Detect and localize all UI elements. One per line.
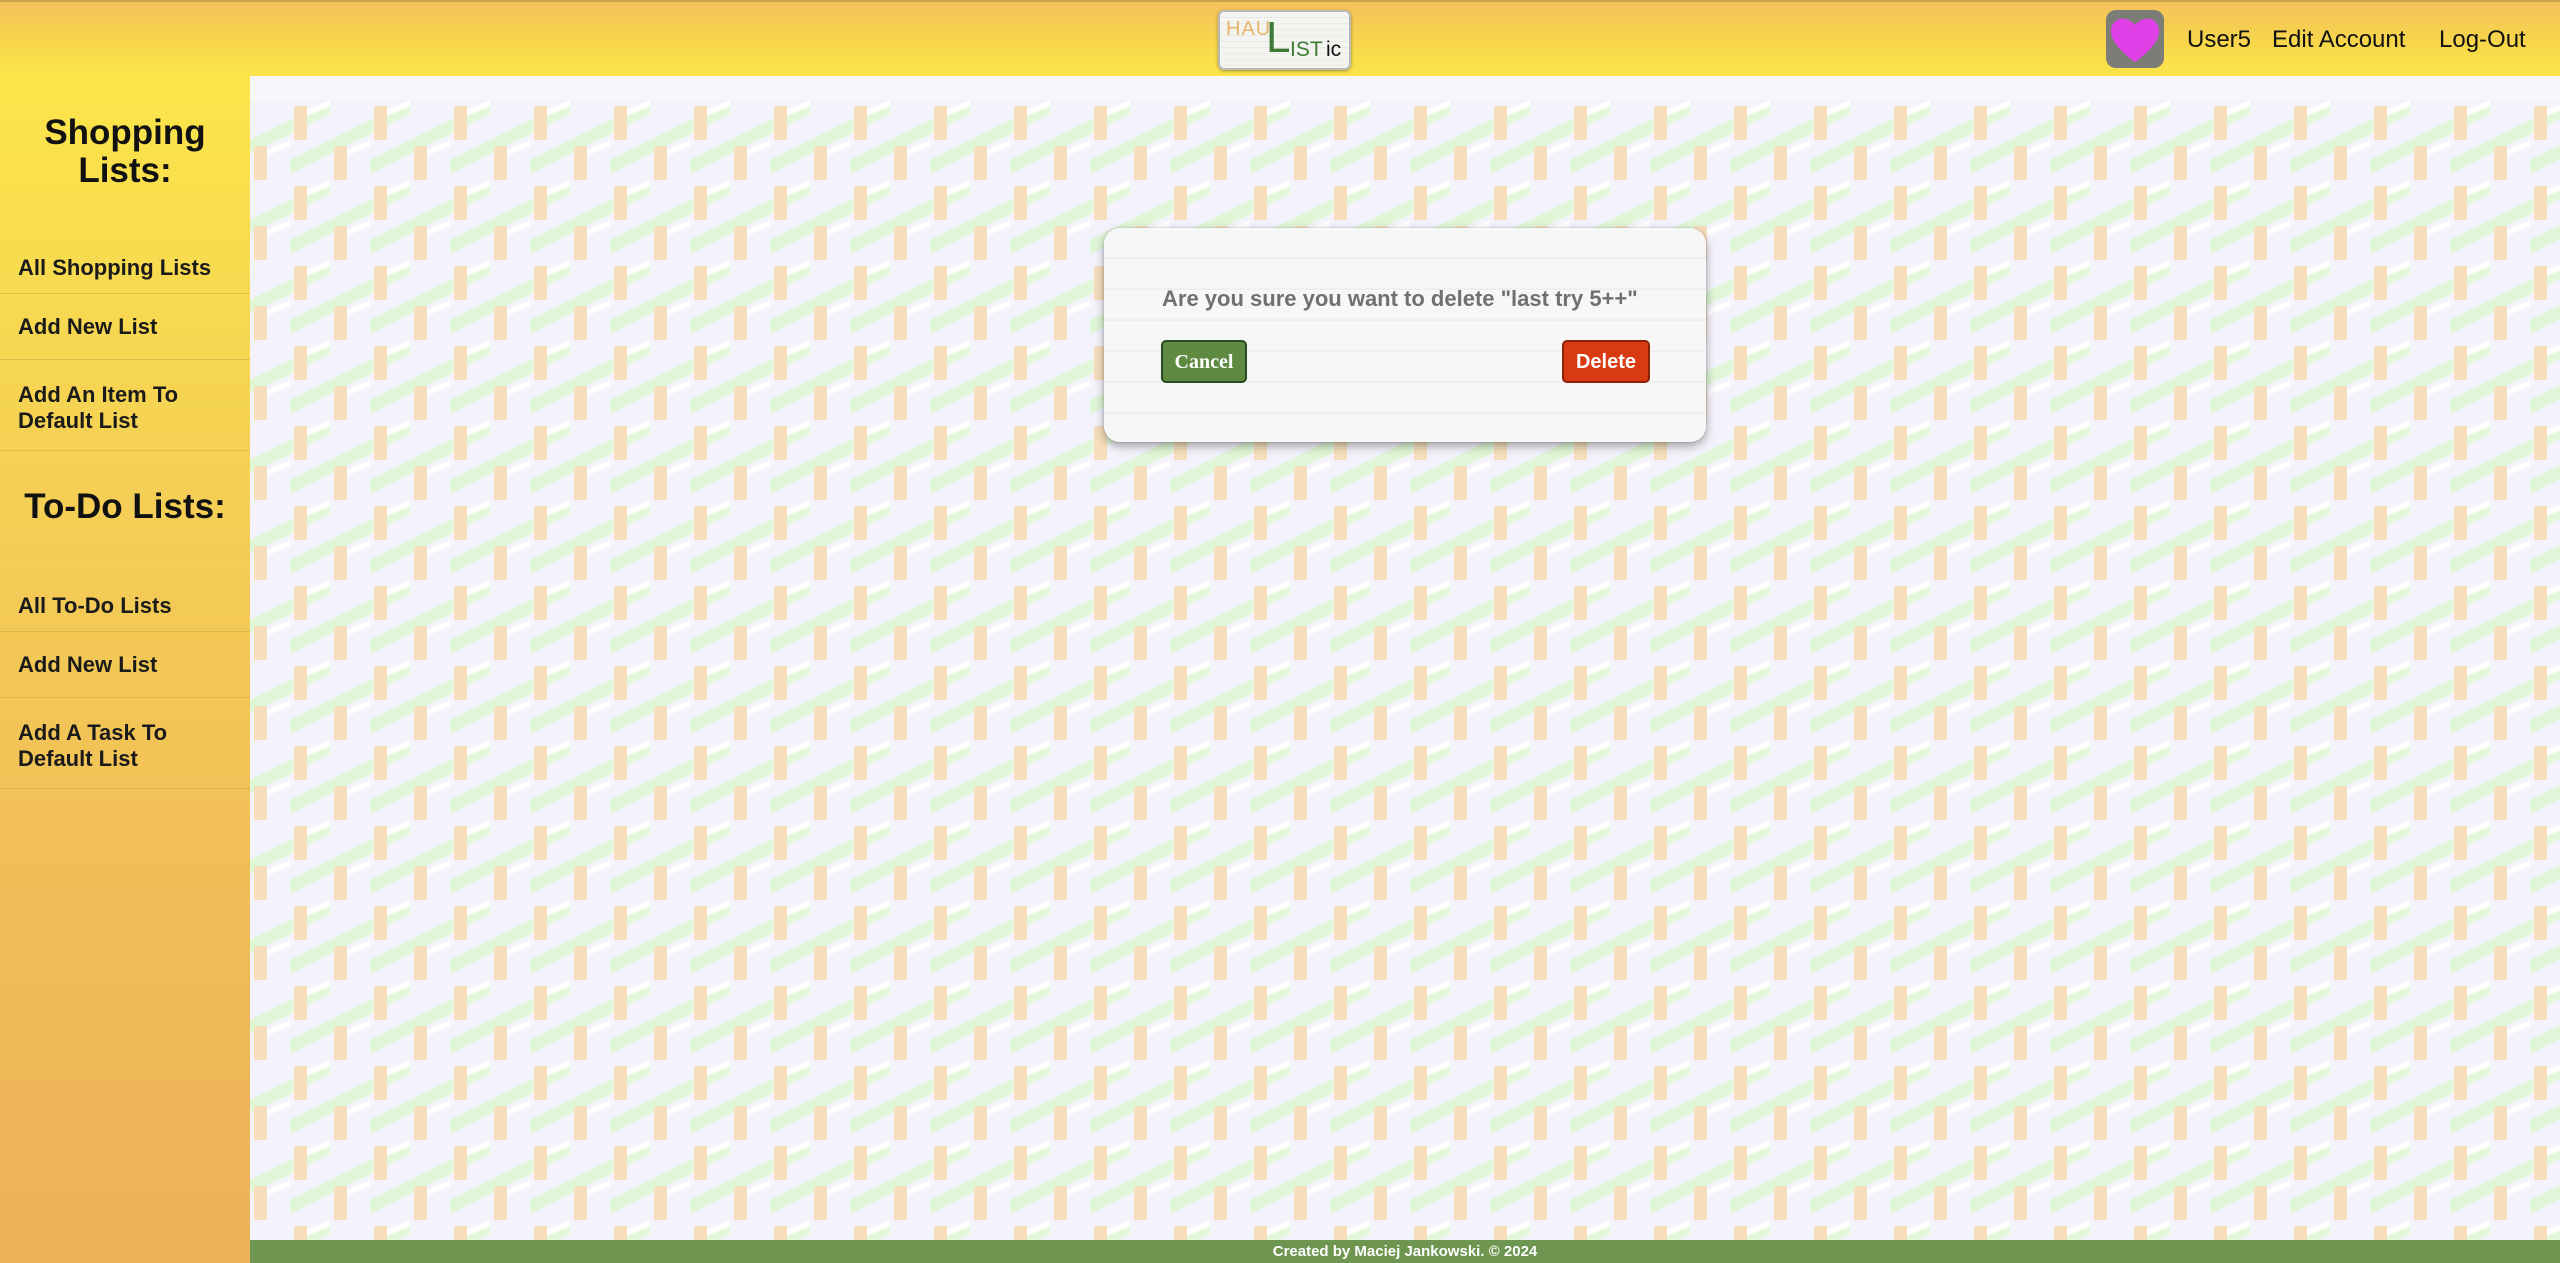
sidebar-item-add-new-shopping-list[interactable]: Add New List	[0, 294, 250, 360]
top-strip	[250, 76, 2560, 101]
top-navbar: HAU L IST ic User5 Edit Account Log-Out	[0, 0, 2560, 76]
shopping-lists-heading: Shopping Lists:	[0, 114, 250, 190]
logo-ist-text: IST	[1290, 38, 1323, 61]
logo-ic-text: ic	[1326, 38, 1342, 61]
username-link[interactable]: User5	[2187, 26, 2251, 54]
sidebar-item-all-shopping-lists[interactable]: All Shopping Lists	[0, 243, 250, 294]
delete-confirm-message: Are you sure you want to delete "last tr…	[1162, 286, 1638, 311]
sidebar: Shopping Lists: All Shopping Lists Add N…	[0, 76, 250, 1263]
sidebar-item-add-item-default-list[interactable]: Add An Item To Default List	[0, 360, 250, 451]
sidebar-item-add-task-default-list[interactable]: Add A Task To Default List	[0, 698, 250, 789]
footer: Created by Maciej Jankowski. © 2024	[250, 1240, 2560, 1263]
sidebar-item-label-line2: Default List	[18, 408, 138, 433]
logout-link[interactable]: Log-Out	[2439, 26, 2526, 54]
logo-l-text: L	[1266, 13, 1291, 62]
shopping-heading-line2: Lists:	[78, 151, 172, 190]
sidebar-item-all-todo-lists[interactable]: All To-Do Lists	[0, 581, 250, 632]
sidebar-item-label-line1: Add A Task To	[18, 720, 168, 745]
edit-account-link[interactable]: Edit Account	[2272, 26, 2405, 54]
sidebar-item-add-new-todo-list[interactable]: Add New List	[0, 632, 250, 698]
logo-hau-text: HAU	[1226, 18, 1272, 40]
delete-confirm-dialog: Are you sure you want to delete "last tr…	[1104, 228, 1706, 442]
app-logo[interactable]: HAU L IST ic	[1218, 10, 1351, 70]
shopping-heading-line1: Shopping	[44, 113, 206, 152]
sidebar-item-label-line1: Add An Item To	[18, 382, 179, 407]
delete-button[interactable]: Delete	[1562, 340, 1650, 383]
heart-avatar-icon[interactable]	[2106, 10, 2164, 68]
sidebar-item-label-line2: Default List	[18, 746, 138, 771]
cancel-button[interactable]: Cancel	[1161, 340, 1247, 383]
footer-credit: Created by Maciej Jankowski. © 2024	[1272, 1243, 1538, 1260]
todo-lists-heading: To-Do Lists:	[24, 487, 226, 526]
